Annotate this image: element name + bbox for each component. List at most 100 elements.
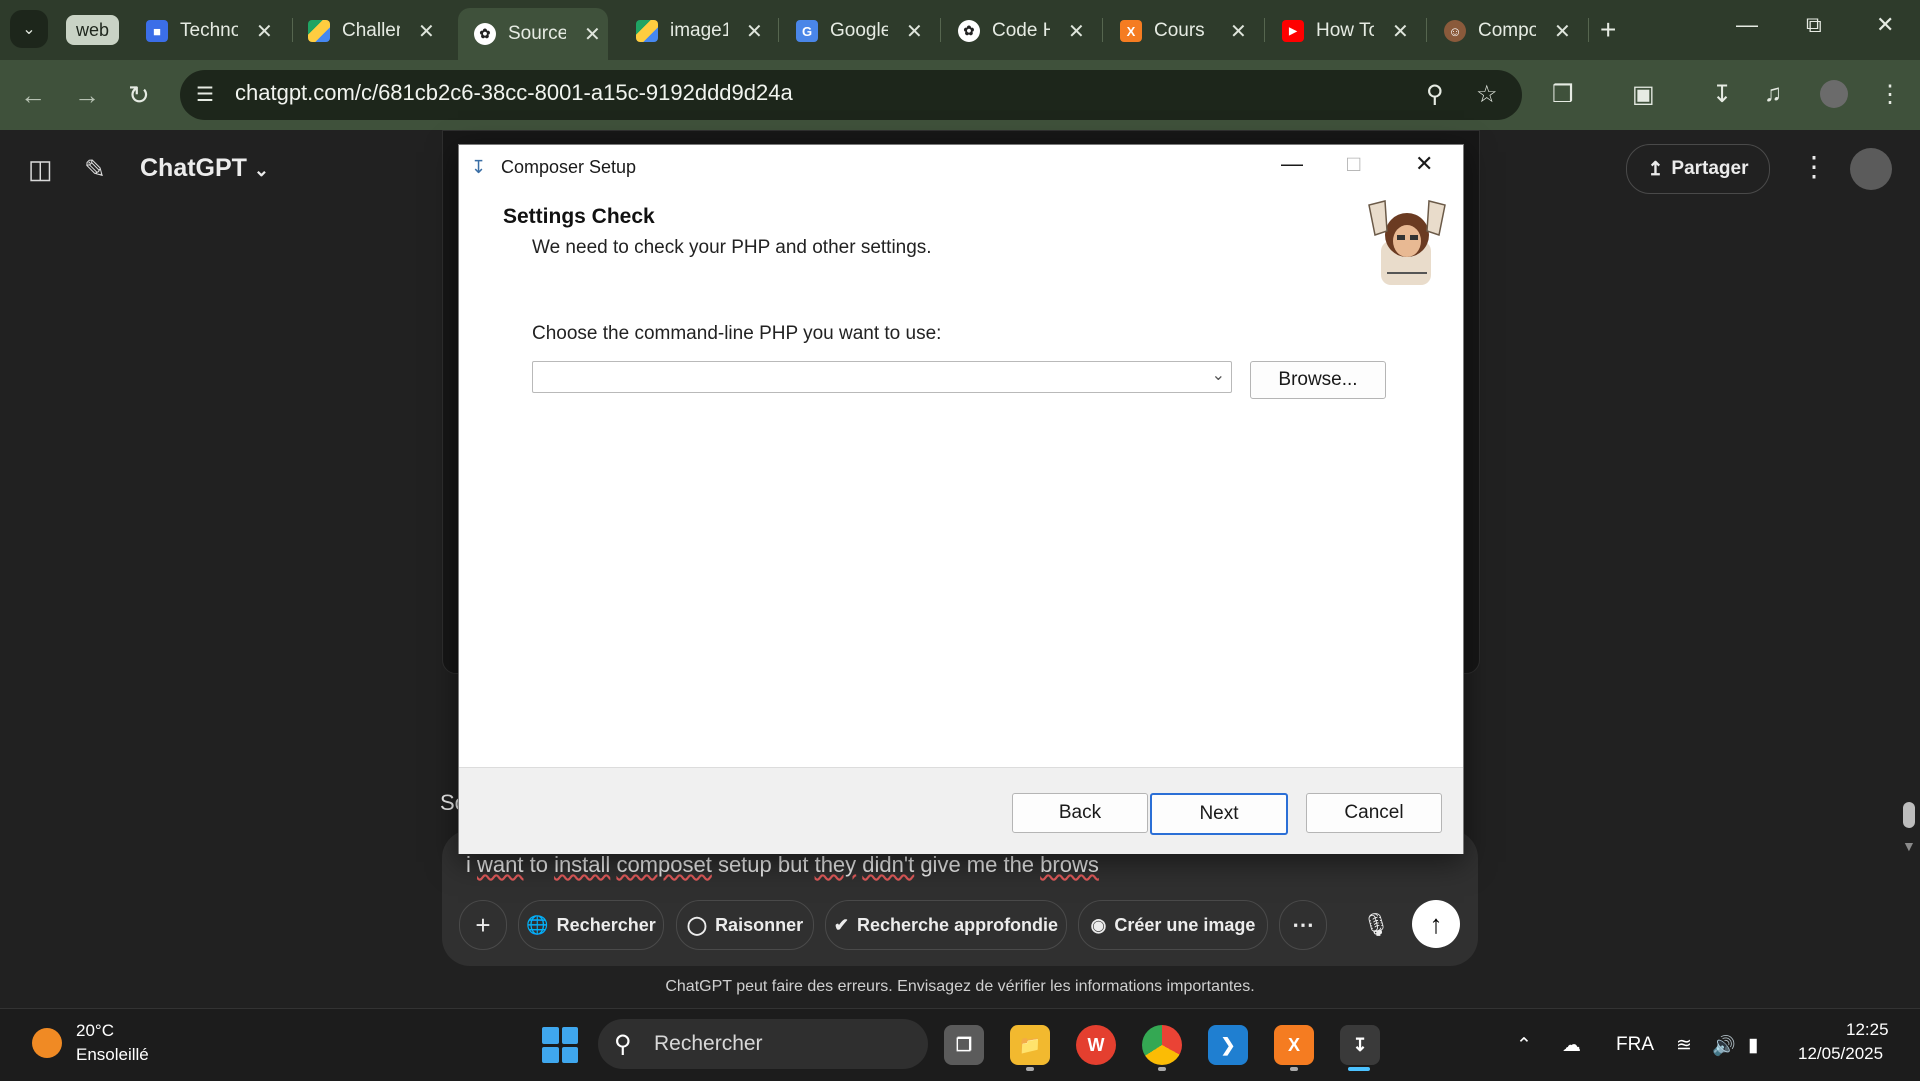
tab-label: image1 [670, 20, 728, 41]
chatgpt-icon: ✿ [474, 23, 496, 45]
new-chat-button[interactable]: ✎ [84, 154, 106, 185]
close-icon[interactable]: ✕ [746, 19, 763, 44]
kebab-icon: ⋮ [1800, 151, 1828, 182]
tab-divider [1588, 18, 1589, 42]
browser-tab-active[interactable]: ✿ Source ✕ [458, 8, 608, 60]
prompt-text: setup but [711, 852, 815, 877]
lens-button[interactable]: ▣ [1632, 80, 1655, 109]
close-icon[interactable]: ✕ [1554, 19, 1571, 44]
start-button[interactable] [542, 1027, 578, 1063]
tab-label: Cours [1154, 20, 1205, 41]
sun-icon[interactable] [32, 1028, 62, 1058]
user-avatar[interactable] [1850, 148, 1892, 190]
sidebar-toggle-button[interactable]: ◫ [28, 154, 53, 185]
browser-tab[interactable]: ☺ Compo ✕ [1428, 8, 1571, 54]
onedrive-icon[interactable]: ☁ [1562, 1034, 1581, 1057]
close-icon[interactable]: ✕ [256, 19, 273, 44]
close-icon[interactable]: ✕ [1068, 19, 1085, 44]
taskbar-search[interactable] [598, 1019, 928, 1069]
back-button[interactable]: Back [1012, 793, 1148, 833]
cancel-button[interactable]: Cancel [1306, 793, 1442, 833]
restore-button[interactable]: ⧉ [1806, 12, 1822, 38]
arrow-right-icon: → [74, 80, 100, 110]
window-close-button[interactable]: ✕ [1876, 12, 1894, 38]
task-view-icon[interactable]: ❐ [944, 1025, 984, 1065]
scrollbar-thumb[interactable] [1903, 802, 1915, 828]
browser-tab[interactable]: X Cours ✕ [1104, 8, 1247, 54]
browser-tab[interactable]: ■ Techno ✕ [130, 8, 273, 54]
bookmark-button[interactable]: ☆ [1476, 80, 1498, 109]
browser-tab[interactable]: image1 ✕ [620, 8, 763, 54]
conversation-menu-button[interactable]: ⋮ [1800, 150, 1828, 183]
tab-search-button[interactable]: ⌄ [10, 10, 48, 48]
tool-create-image-button[interactable]: ◉ Créer une image [1078, 900, 1268, 950]
profile-avatar[interactable] [1820, 80, 1848, 108]
scroll-down-button[interactable]: ▼ [1902, 838, 1916, 854]
installer-taskbar-icon[interactable]: ↧ [1340, 1025, 1380, 1065]
url-text[interactable]: chatgpt.com/c/681cb2c6-38cc-8001-a15c-91… [235, 80, 793, 106]
tool-deep-research-button[interactable]: ✔ Recherche approfondie [825, 900, 1067, 950]
minimize-icon: — [1281, 151, 1303, 176]
chatgpt-icon: ✿ [958, 20, 980, 42]
show-hidden-icons-button[interactable]: ⌃ [1516, 1034, 1532, 1057]
tab-group-label: web [76, 19, 110, 40]
prompt-text: i [466, 852, 477, 877]
wifi-icon[interactable]: ≊ [1676, 1034, 1692, 1057]
tool-search-button[interactable]: 🌐 Rechercher [518, 900, 664, 950]
xampp-icon[interactable]: X [1274, 1025, 1314, 1065]
new-tab-button[interactable]: + [1600, 14, 1616, 46]
tool-reason-button[interactable]: ◯ Raisonner [676, 900, 814, 950]
composer-mascot-icon [1368, 200, 1446, 285]
battery-icon[interactable]: ▮ [1748, 1034, 1758, 1057]
telescope-icon: ✔ [833, 914, 850, 935]
php-path-dropdown[interactable]: ⌄ [532, 361, 1232, 393]
reload-button[interactable]: ↻ [128, 80, 150, 111]
plus-icon: + [475, 909, 491, 940]
prompt-input[interactable]: i want to install composet setup but the… [466, 852, 1099, 878]
close-icon[interactable]: ✕ [1392, 19, 1409, 44]
more-tools-button[interactable]: ⋯ [1279, 900, 1327, 950]
dialog-minimize-button[interactable]: — [1281, 151, 1303, 177]
send-button[interactable]: ↑ [1412, 900, 1460, 948]
volume-icon[interactable]: 🔊 [1712, 1034, 1736, 1058]
zoom-button[interactable]: ⚲ [1426, 80, 1444, 109]
chevron-down-icon: ⌄ [22, 21, 36, 38]
weather-description[interactable]: Ensoleillé [76, 1045, 149, 1065]
extensions-button[interactable]: ❒ [1552, 80, 1574, 109]
browser-tab[interactable]: ✿ Code H ✕ [942, 8, 1085, 54]
close-icon[interactable]: ✕ [906, 19, 923, 44]
chrome-icon[interactable] [1142, 1025, 1182, 1065]
next-button[interactable]: Next [1150, 793, 1288, 835]
input-language[interactable]: FRA [1616, 1034, 1654, 1056]
dialog-close-button[interactable]: ✕ [1415, 151, 1433, 177]
clock-date[interactable]: 12/05/2025 [1798, 1044, 1883, 1064]
vscode-icon[interactable]: ❯ [1208, 1025, 1248, 1065]
share-button[interactable]: ↥ Partager [1626, 144, 1770, 194]
model-selector[interactable]: ChatGPT ⌄ [140, 154, 269, 183]
back-button[interactable]: ← [20, 80, 46, 111]
chrome-menu-button[interactable]: ⋮ [1878, 80, 1902, 109]
weather-temperature[interactable]: 20°C [76, 1021, 114, 1041]
close-icon[interactable]: ✕ [418, 19, 435, 44]
prompt-text-misspelled: install [554, 852, 611, 877]
forward-button[interactable]: → [74, 80, 100, 111]
dictate-button[interactable]: 🎙 [1357, 906, 1395, 944]
taskbar-search-label[interactable]: Rechercher [654, 1032, 763, 1056]
attach-button[interactable]: + [459, 900, 507, 950]
triangle-down-icon: ▼ [1902, 838, 1916, 854]
close-icon[interactable]: ✕ [584, 22, 601, 47]
browser-tab[interactable]: ▶ How To ✕ [1266, 8, 1409, 54]
tab-group-chip[interactable]: web [66, 15, 120, 45]
minimize-button[interactable]: — [1736, 12, 1758, 38]
browser-tab[interactable]: Challer ✕ [292, 8, 435, 54]
media-button[interactable]: ♫ [1764, 80, 1782, 108]
browse-button[interactable]: Browse... [1250, 361, 1386, 399]
site-info-button[interactable]: ☰ [196, 82, 222, 108]
clock-time[interactable]: 12:25 [1846, 1020, 1889, 1040]
file-explorer-icon[interactable]: 📁 [1010, 1025, 1050, 1065]
browser-tab[interactable]: G Google ✕ [780, 8, 923, 54]
close-icon[interactable]: ✕ [1230, 19, 1247, 44]
downloads-button[interactable]: ↧ [1712, 80, 1732, 109]
dialog-titlebar[interactable]: ↧ Composer Setup — □ ✕ [459, 145, 1463, 189]
wps-office-icon[interactable]: W [1076, 1025, 1116, 1065]
